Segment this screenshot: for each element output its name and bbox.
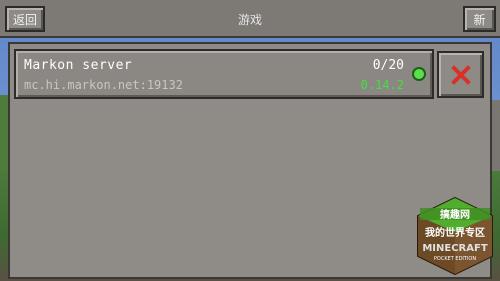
server-player-count: 0/20 — [372, 58, 404, 73]
watermark-line1: 搞趣网 — [440, 208, 470, 221]
delete-server-button[interactable] — [437, 51, 484, 98]
top-bar: 返回 游戏 新 — [0, 0, 500, 38]
server-version: 0.14.2 — [360, 78, 404, 92]
server-entry[interactable]: Markon server mc.hi.markon.net:19132 0/2… — [14, 49, 434, 99]
close-x-icon — [450, 64, 471, 85]
watermark-line4: POCKET EDITION — [434, 256, 476, 262]
online-status-icon — [412, 67, 426, 81]
watermark-logo: 搞趣网 我的世界专区 MINECRAFT POCKET EDITION — [417, 196, 493, 276]
watermark-line3: MINECRAFT — [422, 243, 487, 254]
server-name: Markon server — [24, 58, 133, 73]
server-address: mc.hi.markon.net:19132 — [24, 78, 183, 92]
watermark-line2: 我的世界专区 — [425, 226, 485, 239]
page-title: 游戏 — [237, 13, 262, 27]
new-server-button[interactable]: 新 — [463, 6, 496, 32]
